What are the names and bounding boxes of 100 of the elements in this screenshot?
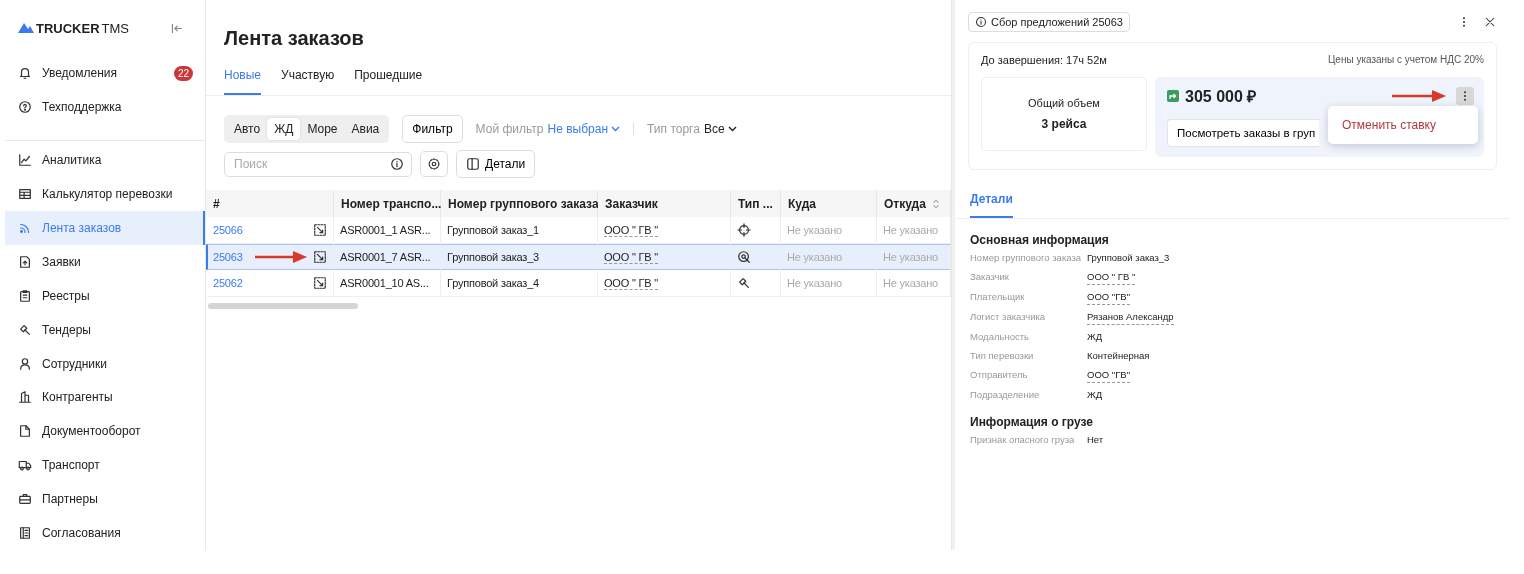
table-cell: ASR0001_1 ASR... [340, 224, 431, 236]
countdown: До завершения: 17ч 52м [981, 54, 1107, 66]
sidebar-item[interactable]: Заявки [5, 244, 205, 279]
bid-price: 305 000 ₽ [1185, 87, 1257, 107]
clipboard-icon [18, 288, 32, 303]
table-cell: Не указано [787, 277, 843, 289]
table-cell: Групповой заказ_1 [447, 224, 539, 236]
customer-link[interactable]: ООО " ГВ " [604, 223, 658, 237]
sidebar-item[interactable]: Лента заказов [5, 211, 205, 245]
logo-brand: TRUCKER [36, 20, 100, 36]
scrollbar[interactable] [208, 303, 358, 309]
column-header: Номер группового заказа [448, 196, 599, 211]
sidebar-item[interactable]: Реестры [5, 278, 205, 313]
sidebar-item[interactable]: Согласования [5, 516, 205, 550]
section-title: Информация о грузе [970, 415, 1095, 429]
collapse-icon [170, 21, 183, 35]
mode-option[interactable]: ЖД [267, 118, 301, 140]
sidebar-item[interactable]: Тендеры [5, 312, 205, 347]
sidebar-item[interactable]: Контрагенты [5, 380, 205, 415]
table-icon [18, 187, 32, 202]
trade-type-label: Тип торга [647, 122, 700, 136]
redirect-icon [1167, 90, 1179, 102]
book-icon [18, 526, 32, 540]
tab[interactable]: Участвую [281, 68, 335, 95]
bell-icon [18, 66, 32, 81]
mountain-logo-icon [18, 23, 34, 34]
mode-option[interactable]: Авто [227, 118, 268, 140]
person-icon [18, 356, 32, 371]
field-value[interactable]: ООО "ГВ" [1087, 369, 1131, 383]
field-label: Плательщик [970, 291, 1026, 304]
sidebar-item[interactable]: Транспорт [5, 448, 205, 483]
sidebar-item[interactable]: Техподдержка [5, 90, 205, 125]
order-link[interactable]: 25063 [213, 251, 255, 263]
sidebar-item[interactable]: Аналитика [5, 143, 205, 178]
order-link[interactable]: 25062 [213, 277, 313, 289]
chevron-down-icon [727, 126, 737, 132]
file-icon [18, 424, 32, 439]
briefcase-icon [18, 492, 32, 507]
tab[interactable]: Прошедшие [354, 68, 423, 95]
sidebar-item[interactable]: Партнеры [5, 482, 205, 517]
field-label: Логист заказчика [970, 311, 1047, 324]
field-value: Контейнерная [1087, 350, 1150, 363]
panel-icon [466, 157, 480, 171]
tab[interactable]: Детали [970, 192, 1013, 218]
field-value: ЖД [1087, 389, 1103, 402]
close-icon [1484, 16, 1496, 28]
field-value[interactable]: ООО "ГВ" [1087, 291, 1131, 305]
sidebar-item[interactable]: Уведомления 22 [5, 56, 205, 91]
table-cell: Не указано [883, 277, 939, 289]
mode-option[interactable]: Море [300, 118, 345, 140]
pointer-arrow [255, 251, 307, 263]
tab[interactable]: Новые [224, 68, 261, 95]
filter-dropdown[interactable]: Не выбран [547, 122, 621, 136]
field-label: Признак опасного груза [970, 434, 1076, 447]
column-header: Тип ... [738, 196, 773, 211]
sidebar-item[interactable]: Сотрудники [5, 346, 205, 381]
order-link[interactable]: 25066 [213, 224, 313, 236]
field-label: Подразделение [970, 389, 1041, 402]
field-value[interactable]: Рязанов Александр [1087, 311, 1174, 325]
group-order-icon [313, 223, 327, 237]
gavel-icon [18, 322, 32, 337]
trade-type-dropdown[interactable]: Все [703, 122, 737, 136]
line-chart-icon [18, 153, 32, 168]
sidebar-item[interactable]: Документооборот [5, 414, 205, 449]
building-icon [18, 390, 32, 405]
page-title: Лента заказов [223, 26, 365, 50]
field-value: Групповой заказ_3 [1087, 252, 1170, 265]
truck-icon [18, 458, 32, 473]
vat-note: Цены указаны с учетом НДС 20% [1327, 54, 1484, 66]
field-label: Тип перевозки [970, 350, 1035, 363]
table-cell: ASR0001_10 AS... [340, 277, 429, 289]
volume-value: 3 рейса [1041, 117, 1087, 131]
menu-item[interactable]: Отменить ставку [1328, 114, 1478, 136]
sidebar-item[interactable]: Калькулятор перевозки [5, 177, 205, 212]
table-cell: Не указано [883, 224, 939, 236]
customer-link[interactable]: ООО " ГВ " [604, 276, 658, 290]
document-icon [18, 254, 32, 269]
view-orders-button[interactable]: Посмотреть заказы в груп [1167, 119, 1320, 147]
field-value[interactable]: ООО " ГВ " [1087, 271, 1136, 285]
info-icon [390, 156, 404, 171]
filter-label: Мой фильтр [475, 122, 544, 136]
column-header: Откуда [884, 196, 926, 211]
table-cell: Групповой заказ_4 [447, 277, 539, 289]
column-header: Номер транспо... [341, 196, 442, 211]
details-button[interactable]: Детали [456, 150, 536, 178]
column-header: # [213, 196, 220, 211]
settings-button[interactable] [420, 151, 448, 177]
filter-button[interactable]: Фильтр [402, 115, 463, 143]
logo-suffix: TMS [101, 20, 129, 36]
mode-option[interactable]: Авиа [344, 118, 387, 140]
section-title: Основная информация [970, 233, 1110, 247]
more-button[interactable] [1456, 87, 1474, 105]
table-cell: Не указано [883, 251, 939, 263]
table-cell: ASR0001_7 ASR... [340, 251, 431, 263]
table-cell: Групповой заказ_3 [447, 251, 539, 263]
gavel-icon [737, 276, 751, 290]
search-field[interactable]: Поиск [224, 151, 412, 177]
group-order-icon [313, 250, 327, 264]
pointer-arrow [1392, 90, 1446, 102]
magnifier-icon [737, 250, 751, 264]
